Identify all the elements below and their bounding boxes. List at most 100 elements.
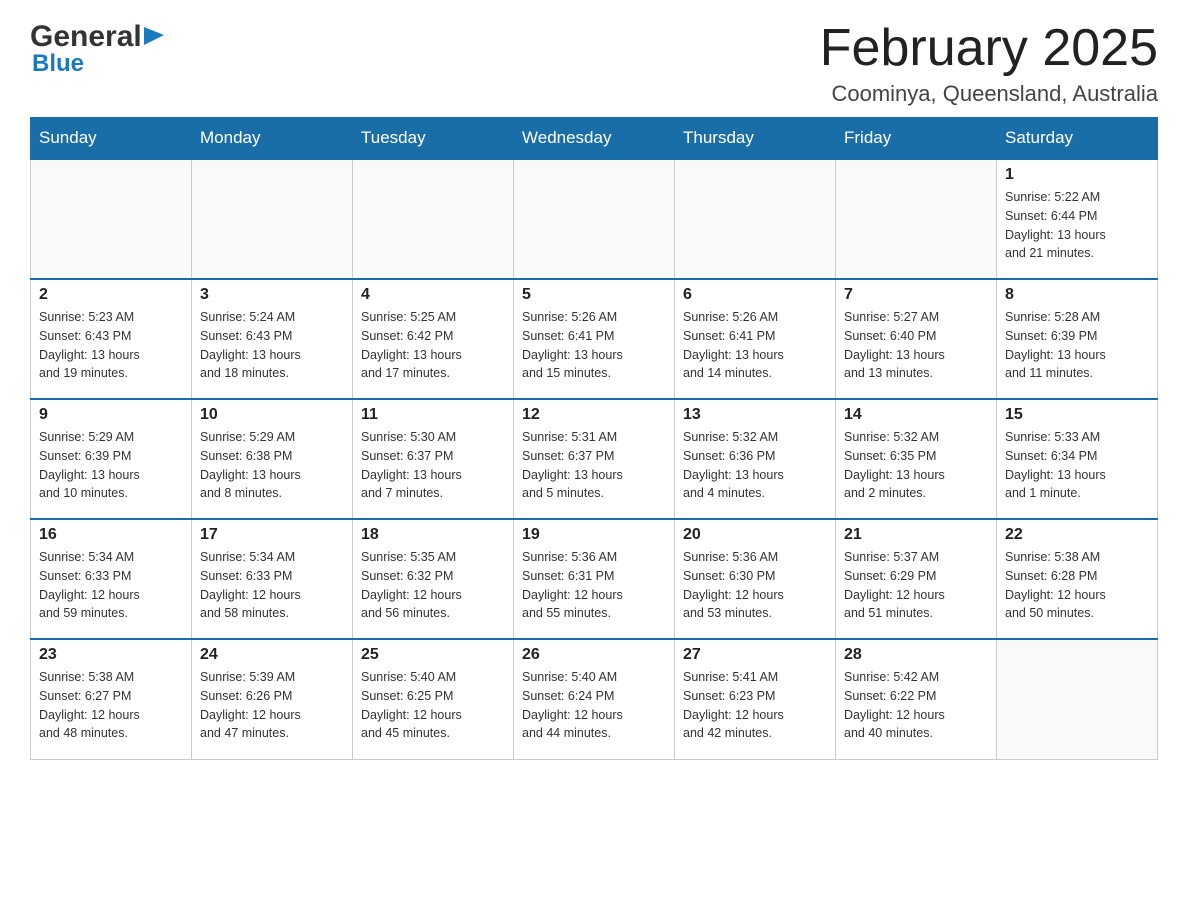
calendar-day-cell	[675, 159, 836, 279]
calendar-day-cell: 21 Sunrise: 5:37 AM Sunset: 6:29 PM Dayli…	[836, 519, 997, 639]
month-title: February 2025	[820, 20, 1158, 77]
day-number: 7	[844, 286, 988, 304]
day-info: Sunrise: 5:39 AM Sunset: 6:26 PM Dayligh…	[200, 668, 344, 743]
weekday-header-friday: Friday	[836, 118, 997, 160]
day-number: 14	[844, 406, 988, 424]
day-info: Sunrise: 5:42 AM Sunset: 6:22 PM Dayligh…	[844, 668, 988, 743]
calendar-week-row: 2Sunrise: 5:23 AM Sunset: 6:43 PM Daylig…	[31, 279, 1158, 399]
calendar-table: SundayMondayTuesdayWednesdayThursdayFrid…	[30, 117, 1158, 760]
day-info: Sunrise: 5:31 AM Sunset: 6:37 PM Dayligh…	[522, 428, 666, 503]
day-number: 13	[683, 406, 827, 424]
calendar-day-cell: 19 Sunrise: 5:36 AM Sunset: 6:31 PM Dayli…	[514, 519, 675, 639]
calendar-day-cell: 26 Sunrise: 5:40 AM Sunset: 6:24 PM Dayli…	[514, 639, 675, 759]
day-info: Sunrise: 5:41 AM Sunset: 6:23 PM Dayligh…	[683, 668, 827, 743]
day-number: 2	[39, 286, 183, 304]
day-info: Sunrise: 5:38 AM Sunset: 6:27 PM Dayligh…	[39, 668, 183, 743]
weekday-header-monday: Monday	[192, 118, 353, 160]
day-number: 20	[683, 526, 827, 544]
calendar-day-cell: 18 Sunrise: 5:35 AM Sunset: 6:32 PM Dayli…	[353, 519, 514, 639]
weekday-header-wednesday: Wednesday	[514, 118, 675, 160]
calendar-day-cell: 10 Sunrise: 5:29 AM Sunset: 6:38 PM Dayli…	[192, 399, 353, 519]
day-info: Sunrise: 5:33 AM Sunset: 6:34 PM Dayligh…	[1005, 428, 1149, 503]
calendar-day-cell: 28 Sunrise: 5:42 AM Sunset: 6:22 PM Dayli…	[836, 639, 997, 759]
day-number: 15	[1005, 406, 1149, 424]
calendar-day-cell: 12 Sunrise: 5:31 AM Sunset: 6:37 PM Dayli…	[514, 399, 675, 519]
calendar-day-cell: 17 Sunrise: 5:34 AM Sunset: 6:33 PM Dayli…	[192, 519, 353, 639]
day-info: Sunrise: 5:37 AM Sunset: 6:29 PM Dayligh…	[844, 548, 988, 623]
day-info: Sunrise: 5:32 AM Sunset: 6:36 PM Dayligh…	[683, 428, 827, 503]
calendar-day-cell: 20 Sunrise: 5:36 AM Sunset: 6:30 PM Dayli…	[675, 519, 836, 639]
logo-general-text: General	[30, 20, 142, 54]
day-number: 5	[522, 286, 666, 304]
calendar-day-cell: 16 Sunrise: 5:34 AM Sunset: 6:33 PM Dayli…	[31, 519, 192, 639]
calendar-day-cell: 15 Sunrise: 5:33 AM Sunset: 6:34 PM Dayli…	[997, 399, 1158, 519]
day-number: 28	[844, 646, 988, 664]
day-number: 3	[200, 286, 344, 304]
day-info: Sunrise: 5:36 AM Sunset: 6:30 PM Dayligh…	[683, 548, 827, 623]
calendar-day-cell: 6 Sunrise: 5:26 AM Sunset: 6:41 PM Daylig…	[675, 279, 836, 399]
calendar-week-row: 23 Sunrise: 5:38 AM Sunset: 6:27 PM Dayli…	[31, 639, 1158, 759]
day-number: 26	[522, 646, 666, 664]
calendar-day-cell: 8 Sunrise: 5:28 AM Sunset: 6:39 PM Daylig…	[997, 279, 1158, 399]
day-number: 23	[39, 646, 183, 664]
day-info: Sunrise: 5:27 AM Sunset: 6:40 PM Dayligh…	[844, 308, 988, 383]
day-number: 17	[200, 526, 344, 544]
weekday-header-sunday: Sunday	[31, 118, 192, 160]
calendar-day-cell: 3 Sunrise: 5:24 AM Sunset: 6:43 PM Daylig…	[192, 279, 353, 399]
calendar-day-cell: 27 Sunrise: 5:41 AM Sunset: 6:23 PM Dayli…	[675, 639, 836, 759]
calendar-day-cell: 14 Sunrise: 5:32 AM Sunset: 6:35 PM Dayli…	[836, 399, 997, 519]
calendar-header-row: SundayMondayTuesdayWednesdayThursdayFrid…	[31, 118, 1158, 160]
day-number: 6	[683, 286, 827, 304]
calendar-day-cell: 1Sunrise: 5:22 AM Sunset: 6:44 PM Daylig…	[997, 159, 1158, 279]
day-number: 10	[200, 406, 344, 424]
calendar-day-cell	[353, 159, 514, 279]
calendar-day-cell	[514, 159, 675, 279]
day-number: 16	[39, 526, 183, 544]
day-number: 24	[200, 646, 344, 664]
day-info: Sunrise: 5:35 AM Sunset: 6:32 PM Dayligh…	[361, 548, 505, 623]
day-number: 27	[683, 646, 827, 664]
day-number: 21	[844, 526, 988, 544]
calendar-day-cell	[31, 159, 192, 279]
calendar-week-row: 9 Sunrise: 5:29 AM Sunset: 6:39 PM Daylig…	[31, 399, 1158, 519]
day-number: 12	[522, 406, 666, 424]
day-info: Sunrise: 5:40 AM Sunset: 6:25 PM Dayligh…	[361, 668, 505, 743]
day-number: 11	[361, 406, 505, 424]
day-info: Sunrise: 5:26 AM Sunset: 6:41 PM Dayligh…	[522, 308, 666, 383]
location-subtitle: Coominya, Queensland, Australia	[820, 81, 1158, 107]
day-info: Sunrise: 5:36 AM Sunset: 6:31 PM Dayligh…	[522, 548, 666, 623]
calendar-day-cell: 22Sunrise: 5:38 AM Sunset: 6:28 PM Dayli…	[997, 519, 1158, 639]
calendar-day-cell	[192, 159, 353, 279]
day-info: Sunrise: 5:26 AM Sunset: 6:41 PM Dayligh…	[683, 308, 827, 383]
calendar-week-row: 16 Sunrise: 5:34 AM Sunset: 6:33 PM Dayli…	[31, 519, 1158, 639]
calendar-day-cell: 2Sunrise: 5:23 AM Sunset: 6:43 PM Daylig…	[31, 279, 192, 399]
day-info: Sunrise: 5:40 AM Sunset: 6:24 PM Dayligh…	[522, 668, 666, 743]
day-info: Sunrise: 5:28 AM Sunset: 6:39 PM Dayligh…	[1005, 308, 1149, 383]
day-info: Sunrise: 5:29 AM Sunset: 6:39 PM Dayligh…	[39, 428, 183, 503]
calendar-day-cell: 13 Sunrise: 5:32 AM Sunset: 6:36 PM Dayli…	[675, 399, 836, 519]
title-section: February 2025 Coominya, Queensland, Aust…	[820, 20, 1158, 107]
page-header: General Blue February 2025 Coominya, Que…	[30, 20, 1158, 107]
day-info: Sunrise: 5:34 AM Sunset: 6:33 PM Dayligh…	[39, 548, 183, 623]
logo-blue-text: Blue	[32, 50, 84, 77]
weekday-header-tuesday: Tuesday	[353, 118, 514, 160]
day-info: Sunrise: 5:29 AM Sunset: 6:38 PM Dayligh…	[200, 428, 344, 503]
calendar-day-cell	[836, 159, 997, 279]
day-number: 25	[361, 646, 505, 664]
day-info: Sunrise: 5:34 AM Sunset: 6:33 PM Dayligh…	[200, 548, 344, 623]
day-info: Sunrise: 5:30 AM Sunset: 6:37 PM Dayligh…	[361, 428, 505, 503]
logo: General Blue	[30, 20, 166, 78]
day-number: 8	[1005, 286, 1149, 304]
weekday-header-thursday: Thursday	[675, 118, 836, 160]
calendar-day-cell	[997, 639, 1158, 759]
day-number: 19	[522, 526, 666, 544]
day-info: Sunrise: 5:24 AM Sunset: 6:43 PM Dayligh…	[200, 308, 344, 383]
calendar-day-cell: 25 Sunrise: 5:40 AM Sunset: 6:25 PM Dayli…	[353, 639, 514, 759]
day-info: Sunrise: 5:32 AM Sunset: 6:35 PM Dayligh…	[844, 428, 988, 503]
calendar-day-cell: 11 Sunrise: 5:30 AM Sunset: 6:37 PM Dayli…	[353, 399, 514, 519]
logo-triangle-icon	[144, 27, 166, 49]
day-number: 9	[39, 406, 183, 424]
day-info: Sunrise: 5:22 AM Sunset: 6:44 PM Dayligh…	[1005, 188, 1149, 263]
day-number: 4	[361, 286, 505, 304]
day-number: 18	[361, 526, 505, 544]
